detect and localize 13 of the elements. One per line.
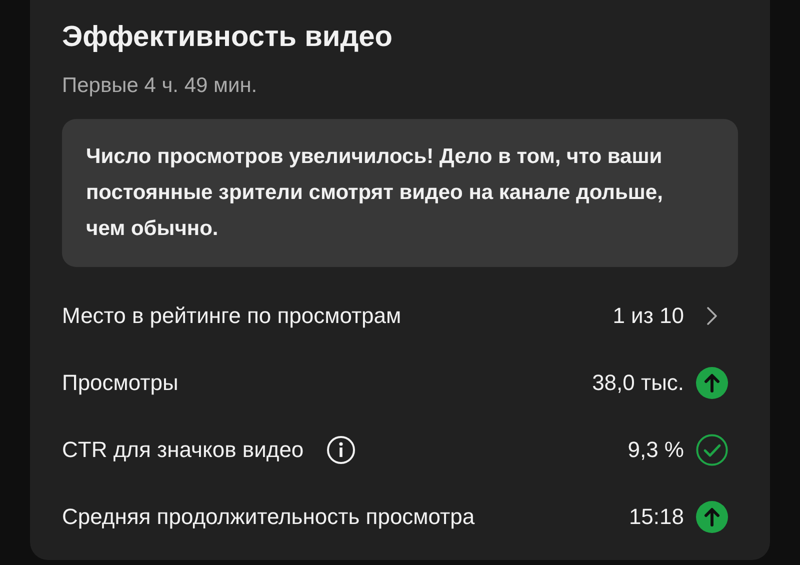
metric-value: 1 из 10 [612, 302, 684, 328]
metric-label: CTR для значков видео [62, 436, 304, 462]
insight-message: Число просмотров увеличилось! Дело в том, что ваши постоянные зрители смотрят видео на канале дольше, чем обычно. [62, 119, 738, 267]
metric-label: Место в рейтинге по просмотрам [62, 302, 402, 328]
metric-label: Средняя продолжительность просмотра [62, 504, 475, 530]
time-subtitle: Первые 4 ч. 49 мин. [62, 73, 258, 99]
metric-label: Просмотры [62, 370, 178, 396]
metric-value: 9,3 % [628, 436, 684, 462]
chevron-right-icon[interactable] [706, 306, 718, 326]
metric-value: 15:18 [628, 504, 684, 530]
info-icon[interactable] [326, 434, 356, 464]
metric-value: 38,0 тыс. [592, 370, 684, 396]
section-title: Эффективность видео [62, 20, 394, 55]
